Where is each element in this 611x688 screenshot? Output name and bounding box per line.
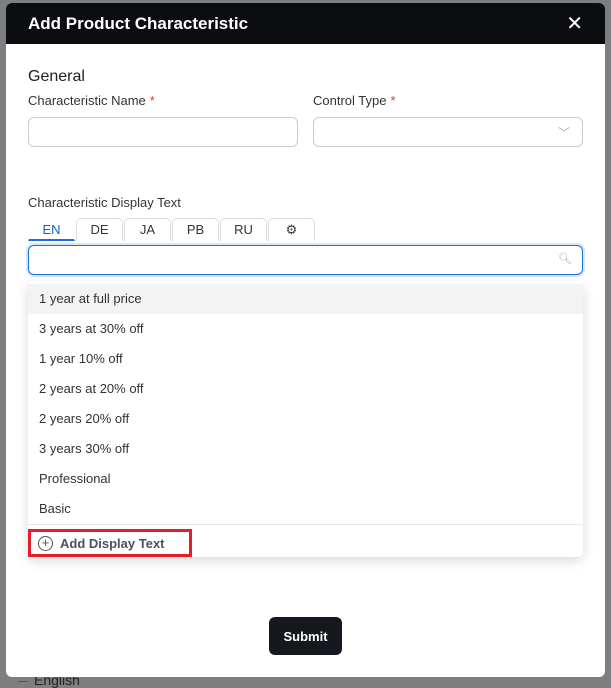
- dialog-title: Add Product Characteristic: [28, 13, 249, 33]
- display-text-label: Characteristic Display Text: [28, 195, 181, 210]
- list-item[interactable]: 2 years 20% off: [28, 404, 583, 434]
- add-display-text-label: Add Display Text: [60, 535, 165, 551]
- plus-circle-icon: +: [38, 535, 53, 551]
- tab-pb[interactable]: PB: [172, 218, 219, 241]
- display-text-dropdown: 1 year at full price 3 years at 30% off …: [28, 281, 583, 557]
- list-item[interactable]: 3 years 30% off: [28, 434, 583, 464]
- tab-de[interactable]: DE: [76, 218, 123, 241]
- add-product-characteristic-dialog: Add Product Characteristic ✕ General Cha…: [6, 3, 605, 677]
- background-tree-line: [18, 681, 28, 682]
- add-display-text-button[interactable]: + Add Display Text: [28, 529, 192, 557]
- list-item[interactable]: Basic: [28, 494, 583, 524]
- submit-button[interactable]: Submit: [269, 617, 342, 655]
- tab-ja[interactable]: JA: [124, 218, 171, 241]
- gear-icon[interactable]: ⚙: [268, 218, 315, 241]
- list-item[interactable]: 2 years at 20% off: [28, 374, 583, 404]
- close-icon[interactable]: ✕: [566, 14, 583, 34]
- language-tabs: EN DE JA PB RU ⚙: [28, 218, 315, 241]
- control-type-label: Control Type *: [313, 93, 396, 108]
- dialog-header: Add Product Characteristic ✕: [6, 3, 605, 44]
- chevron-down-icon: ﹀: [557, 126, 570, 140]
- list-item[interactable]: 3 years at 30% off: [28, 314, 583, 344]
- tab-ru[interactable]: RU: [220, 218, 267, 241]
- characteristic-name-label: Characteristic Name *: [28, 93, 155, 108]
- display-text-search-input[interactable]: 🔍︎: [28, 245, 583, 275]
- search-icon: 🔍︎: [558, 253, 572, 265]
- characteristic-name-input[interactable]: [28, 117, 298, 147]
- list-item[interactable]: Professional: [28, 464, 583, 494]
- tab-en[interactable]: EN: [28, 218, 75, 241]
- list-item[interactable]: 1 year 10% off: [28, 344, 583, 374]
- list-item[interactable]: 1 year at full price: [28, 284, 583, 314]
- section-title: General: [28, 68, 85, 85]
- control-type-select[interactable]: ﹀: [313, 117, 583, 147]
